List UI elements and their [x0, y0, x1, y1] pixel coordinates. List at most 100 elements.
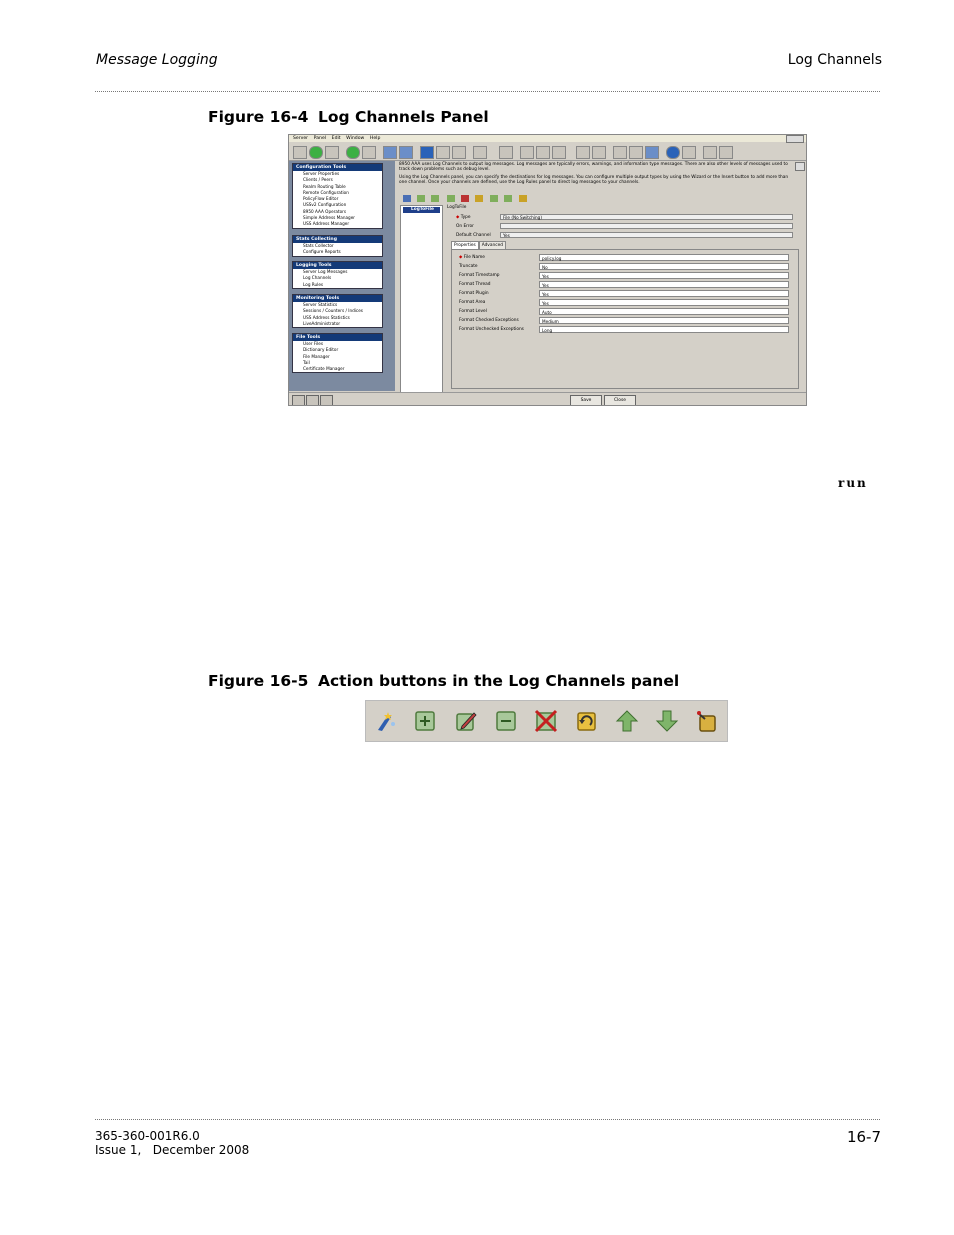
property-label: Format Area [459, 300, 486, 305]
group-title[interactable]: Monitoring Tools [293, 295, 382, 302]
figure-number: Figure 16-4 [208, 108, 309, 126]
help-icon[interactable] [666, 146, 680, 159]
type-dropdown[interactable]: File (No Switching) [500, 214, 793, 220]
group-title[interactable]: Logging Tools [293, 262, 382, 269]
list-item[interactable]: Certificate Manager [293, 366, 382, 372]
network-icon[interactable] [320, 395, 333, 405]
revert-icon[interactable] [436, 146, 450, 159]
tools-icon[interactable] [703, 146, 717, 159]
move-up-icon[interactable] [615, 709, 639, 733]
close-button[interactable]: Close [604, 395, 636, 405]
run-icon[interactable] [346, 146, 360, 159]
insert-icon[interactable] [413, 709, 437, 733]
print-icon[interactable] [473, 146, 487, 159]
required-icon: ◆ [459, 255, 463, 260]
network-icon[interactable] [682, 146, 696, 159]
property-row: ◆ File Name policy.log [459, 254, 789, 262]
pause-icon[interactable] [362, 146, 376, 159]
link-icon[interactable] [613, 146, 627, 159]
tree-node-logtofile[interactable]: LogToFile [403, 207, 440, 213]
property-row: Format Area Yes [459, 299, 789, 307]
find-next-icon[interactable] [592, 146, 606, 159]
field-label: Type [460, 215, 471, 220]
property-label: File Name [463, 255, 485, 260]
refresh-icon[interactable] [475, 195, 483, 202]
format-area-dropdown[interactable]: Yes [539, 299, 789, 306]
scroll-up-icon[interactable] [795, 162, 805, 171]
refresh-icon[interactable] [574, 709, 598, 733]
property-row: Format Checked Exceptions Medium [459, 317, 789, 325]
menu-help[interactable]: Help [370, 135, 380, 142]
on-error-dropdown[interactable] [500, 223, 793, 229]
save-all-icon[interactable] [399, 146, 413, 159]
refresh-icon[interactable] [499, 146, 513, 159]
group-title[interactable]: File Tools [293, 334, 382, 341]
test-icon[interactable] [519, 195, 527, 202]
list-item[interactable]: LiveAdministrator [293, 321, 382, 327]
format-plugin-dropdown[interactable]: Yes [539, 290, 789, 297]
start-icon[interactable] [309, 146, 323, 159]
format-thread-dropdown[interactable]: Yes [539, 281, 789, 288]
save-button[interactable]: Save [570, 395, 602, 405]
list-item[interactable]: USS Address Manager [293, 221, 382, 227]
group-logging-tools: Logging Tools Server Log Messages Log Ch… [292, 261, 383, 289]
default-channel-dropdown[interactable]: Yes [500, 232, 793, 238]
expand-icon[interactable] [306, 395, 319, 405]
edit-icon[interactable] [454, 709, 478, 733]
wizard-icon[interactable] [374, 709, 398, 733]
copy-icon[interactable] [536, 146, 550, 159]
required-icon: ◆ [456, 215, 460, 220]
menu-window[interactable]: Window [346, 135, 364, 142]
property-row: Format Unchecked Exceptions Long [459, 326, 789, 334]
connect-icon[interactable] [293, 146, 307, 159]
insert-icon[interactable] [417, 195, 425, 202]
cut-icon[interactable] [520, 146, 534, 159]
format-timestamp-dropdown[interactable]: Yes [539, 272, 789, 279]
menu-panel[interactable]: Panel [314, 135, 326, 142]
stack-icon[interactable] [719, 146, 733, 159]
body-text-run: run [838, 476, 868, 490]
file-name-input[interactable]: policy.log [539, 254, 789, 261]
description-paragraph: Using the Log Channels panel, you can sp… [399, 174, 789, 185]
property-label: Format Plugin [459, 291, 489, 296]
figure-title: Action buttons in the Log Channels panel [318, 672, 680, 690]
footer-rule [95, 1119, 880, 1120]
field-label: On Error [456, 224, 474, 229]
detail-title: LogToFile [447, 205, 467, 210]
format-checked-exceptions-dropdown[interactable]: Medium [539, 317, 789, 324]
property-label: Format Timestamp [459, 273, 500, 278]
find-icon[interactable] [576, 146, 590, 159]
monitor-icon[interactable] [629, 146, 643, 159]
menu-bar: Server Panel Edit Window Help [289, 135, 806, 143]
truncate-dropdown[interactable]: No [539, 263, 789, 270]
remove-icon[interactable] [447, 195, 455, 202]
list-item[interactable]: Configure Reports [293, 249, 382, 255]
channel-tree[interactable]: LogToFile [400, 205, 443, 393]
paste-icon[interactable] [552, 146, 566, 159]
menu-server[interactable]: Server [293, 135, 308, 142]
move-down-icon[interactable] [655, 709, 679, 733]
format-level-dropdown[interactable]: Auto [539, 308, 789, 315]
move-up-icon[interactable] [490, 195, 498, 202]
edit-icon[interactable] [431, 195, 439, 202]
test-icon[interactable] [695, 709, 719, 733]
dock-icon[interactable] [292, 395, 305, 405]
remove-icon[interactable] [494, 709, 518, 733]
delete-icon[interactable] [534, 709, 558, 733]
group-title[interactable]: Stats Collecting [293, 236, 382, 243]
window-controls[interactable] [786, 135, 804, 143]
undo-icon[interactable] [452, 146, 466, 159]
wizard-icon[interactable] [403, 195, 411, 202]
figure-number: Figure 16-5 [208, 672, 309, 690]
menu-edit[interactable]: Edit [332, 135, 341, 142]
reload-icon[interactable] [420, 146, 434, 159]
stop-icon[interactable] [325, 146, 339, 159]
detail-tabs: Properties Advanced [451, 241, 506, 250]
delete-icon[interactable] [461, 195, 469, 202]
calendar-icon[interactable] [645, 146, 659, 159]
move-down-icon[interactable] [504, 195, 512, 202]
group-title[interactable]: Configuration Tools [293, 164, 382, 171]
save-icon[interactable] [383, 146, 397, 159]
list-item[interactable]: Log Rules [293, 282, 382, 288]
format-unchecked-exceptions-dropdown[interactable]: Long [539, 326, 789, 333]
